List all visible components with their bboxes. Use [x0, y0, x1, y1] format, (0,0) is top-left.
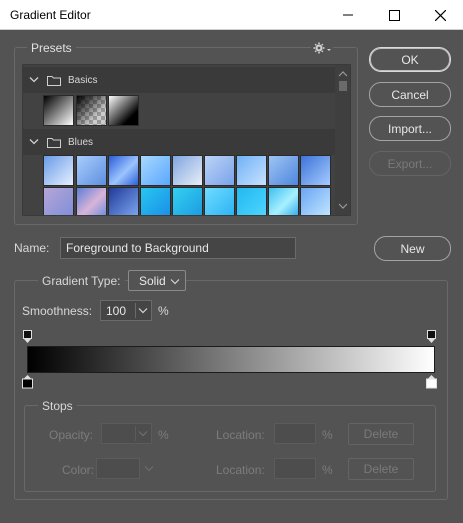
preset-swatch[interactable] [43, 95, 74, 126]
export-button[interactable]: Export... [369, 151, 451, 176]
preset-swatch[interactable] [76, 187, 107, 215]
preset-swatch[interactable] [204, 155, 235, 186]
opacity-label: Opacity: [49, 428, 94, 442]
preset-swatch[interactable] [300, 155, 331, 186]
presets-list[interactable]: Basics Blues [22, 64, 351, 216]
chevron-down-icon [327, 49, 331, 51]
gradient-name-input[interactable]: Foreground to Background [60, 237, 296, 259]
folder-basics[interactable]: Basics [23, 67, 335, 93]
preset-swatch[interactable] [236, 155, 267, 186]
preset-swatch[interactable] [300, 187, 331, 215]
color-delete-button[interactable]: Delete [348, 458, 414, 480]
preset-swatch[interactable] [172, 187, 203, 215]
preset-swatch[interactable] [108, 187, 139, 215]
minimize-icon [343, 14, 353, 16]
color-location-input[interactable] [274, 458, 316, 479]
maximize-icon [388, 9, 400, 21]
gradient-preview-bar[interactable] [27, 346, 435, 373]
chevron-down-icon [170, 279, 180, 285]
chevron-down-icon [29, 139, 39, 145]
chevron-down-icon [144, 466, 154, 472]
new-button[interactable]: New [374, 236, 451, 261]
color-location-label: Location: [216, 463, 265, 477]
preset-swatch[interactable] [76, 95, 107, 126]
preset-swatch[interactable] [43, 187, 74, 215]
presets-scrollbar[interactable] [335, 65, 350, 215]
smoothness-label: Smoothness: [22, 304, 93, 318]
opacity-location-label: Location: [216, 428, 265, 442]
chevron-down-icon [138, 431, 148, 437]
window-title: Gradient Editor [10, 8, 91, 22]
close-icon [434, 9, 446, 21]
gear-icon [313, 42, 331, 54]
gradient-type-label: Gradient Type: [38, 274, 125, 288]
color-label: Color: [62, 463, 95, 477]
maximize-button[interactable] [371, 0, 417, 30]
preset-swatch[interactable] [172, 155, 203, 186]
color-swatch[interactable] [96, 458, 140, 479]
preset-swatch[interactable] [236, 187, 267, 215]
color-location-unit: % [322, 463, 333, 477]
chevron-down-icon [338, 203, 348, 209]
opacity-location-input[interactable] [274, 423, 316, 444]
scrollbar-thumb[interactable] [339, 81, 347, 91]
presets-settings-button[interactable] [311, 41, 333, 55]
presets-label: Presets [27, 41, 76, 55]
chevron-down-icon [29, 77, 39, 83]
smoothness-input[interactable]: 100 [100, 300, 152, 321]
smoothness-value: 100 [106, 303, 127, 318]
chevron-up-icon [338, 71, 348, 77]
preset-swatch[interactable] [140, 187, 171, 215]
cancel-button[interactable]: Cancel [369, 82, 451, 107]
preset-swatch[interactable] [43, 155, 74, 186]
name-label: Name: [14, 241, 50, 255]
opacity-delete-button[interactable]: Delete [348, 423, 414, 445]
preset-swatch[interactable] [76, 155, 107, 186]
close-button[interactable] [417, 0, 463, 30]
preset-swatch[interactable] [204, 187, 235, 215]
folder-basics-label: Basics [68, 74, 98, 86]
opacity-unit: % [158, 428, 169, 442]
gradient-type-value: Solid [139, 273, 166, 288]
opacity-location-unit: % [322, 428, 333, 442]
color-stop-left[interactable] [22, 374, 33, 389]
gradient-type-select[interactable]: Solid [128, 270, 186, 291]
import-button[interactable]: Import... [369, 116, 451, 141]
smoothness-unit: % [158, 304, 169, 318]
preset-swatch[interactable] [108, 155, 139, 186]
smoothness-divider [135, 303, 136, 318]
preset-swatch[interactable] [140, 155, 171, 186]
folder-icon [47, 75, 61, 86]
stops-label: Stops [38, 399, 77, 413]
folder-blues[interactable]: Blues [23, 129, 335, 155]
opacity-divider [135, 426, 136, 441]
chevron-down-icon [138, 308, 148, 314]
title-bar: Gradient Editor [0, 0, 463, 30]
opacity-input[interactable] [101, 423, 152, 444]
preset-swatch[interactable] [268, 155, 299, 186]
folder-icon [47, 137, 61, 148]
preset-swatch[interactable] [268, 187, 299, 215]
folder-blues-label: Blues [68, 136, 94, 148]
ok-button[interactable]: OK [369, 47, 451, 72]
minimize-button[interactable] [325, 0, 371, 30]
opacity-stop-right[interactable] [427, 330, 437, 344]
color-stop-right[interactable] [426, 374, 437, 389]
preset-swatch[interactable] [108, 95, 139, 126]
opacity-stop-left[interactable] [23, 330, 33, 344]
